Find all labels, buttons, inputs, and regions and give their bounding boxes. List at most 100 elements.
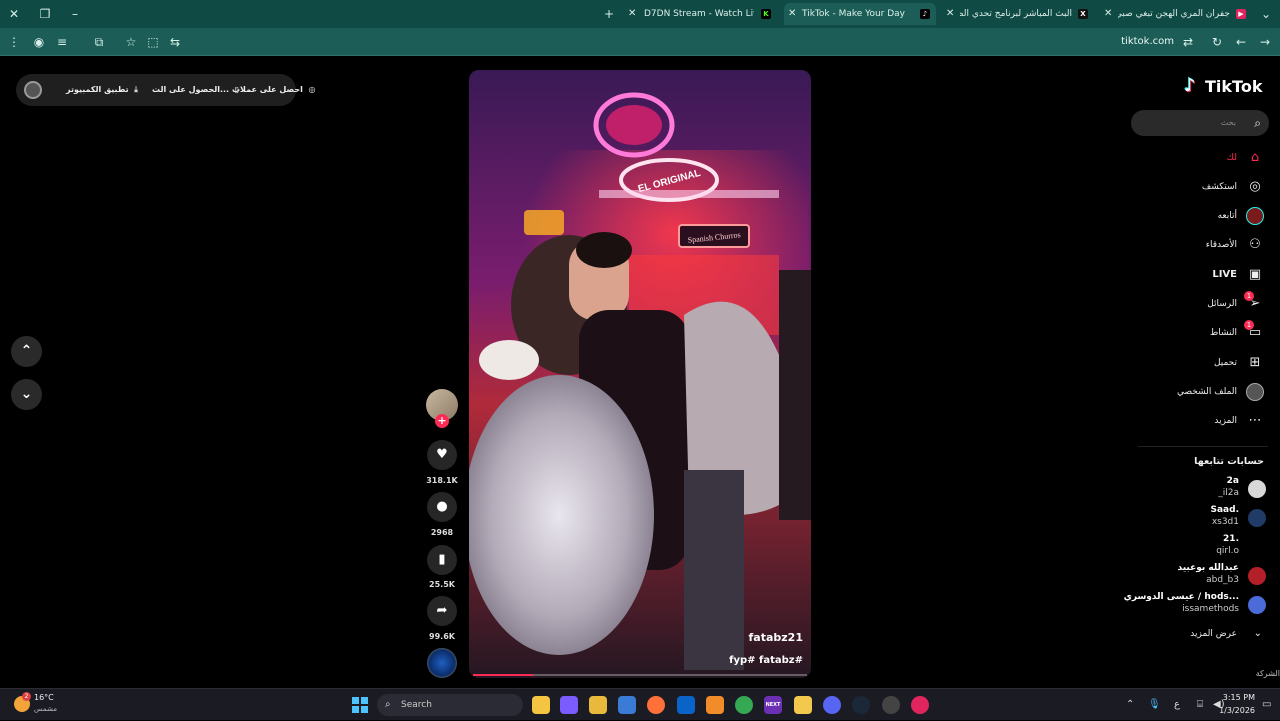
- network-icon[interactable]: ⌸: [1197, 689, 1203, 721]
- notifications-icon[interactable]: ▭: [1262, 689, 1271, 721]
- new-tab-button[interactable]: +: [598, 0, 620, 28]
- copilot-icon[interactable]: [560, 696, 578, 714]
- sidebar-item-upload[interactable]: تحميل ⊞: [1104, 352, 1264, 374]
- taskbar-search[interactable]: ⌕ Search: [377, 694, 523, 716]
- like-count: 318.1K: [426, 476, 458, 485]
- reading-list-icon[interactable]: ≡: [51, 28, 73, 56]
- sidebar-item-following[interactable]: أتابعه: [1104, 205, 1264, 227]
- search-input[interactable]: بحث ⌕: [1131, 110, 1269, 136]
- bookmark-star-icon[interactable]: ☆: [120, 28, 142, 56]
- sidebar-item-messages[interactable]: الرسائل ➢ 1: [1104, 291, 1264, 315]
- folder-icon[interactable]: [589, 696, 607, 714]
- store-icon[interactable]: [618, 696, 636, 714]
- tray-overflow-icon[interactable]: ⌃: [1126, 689, 1134, 721]
- tab-tiktok[interactable]: ✕ TikTok - Make Your Day ♪: [784, 3, 936, 25]
- translate-icon[interactable]: ⇆: [164, 28, 186, 56]
- firefox-icon[interactable]: [647, 696, 665, 714]
- more-icon: ⋯: [1248, 413, 1262, 428]
- sidebar-item-for-you[interactable]: لك ⌂: [1104, 147, 1264, 169]
- company-link[interactable]: الشركة: [1256, 669, 1280, 678]
- microphone-icon[interactable]: 🎙: [1148, 689, 1161, 721]
- sidebar-item-live[interactable]: LIVE ▣: [1104, 264, 1264, 286]
- tab-kick[interactable]: ✕ D7DN Stream - Watch Live on K... K: [626, 3, 776, 25]
- window-minimize-icon[interactable]: –: [64, 0, 86, 28]
- extensions-icon[interactable]: ⧉: [88, 28, 110, 56]
- outlook-icon[interactable]: [677, 696, 695, 714]
- followed-account[interactable]: 21. qirl.o: [1106, 534, 1266, 560]
- steam-icon[interactable]: [852, 696, 870, 714]
- sidebar-item-activity[interactable]: النشاط ▭ 1: [1104, 320, 1264, 344]
- followed-account[interactable]: Saad. xs3d1: [1106, 505, 1266, 531]
- tab-search-icon[interactable]: ⌄: [1255, 0, 1277, 28]
- like-button[interactable]: ♥: [427, 440, 457, 470]
- music-disc-icon[interactable]: [427, 648, 457, 678]
- search-icon: ⌕: [1254, 116, 1261, 130]
- address-bar[interactable]: tiktok.com: [1121, 28, 1174, 56]
- live-icon: ▣: [1248, 267, 1262, 282]
- profile-icon[interactable]: ◉: [28, 28, 50, 56]
- screenshot-icon[interactable]: ⬚: [142, 28, 164, 56]
- tab-close-icon[interactable]: ✕: [1104, 3, 1112, 25]
- back-icon[interactable]: ←: [1230, 28, 1252, 56]
- app-orange-icon[interactable]: [706, 696, 724, 714]
- obs-icon[interactable]: [882, 696, 900, 714]
- tab-close-icon[interactable]: ✕: [788, 3, 796, 25]
- get-app-button[interactable]: الحصول على الت... ▯: [152, 74, 239, 106]
- sidebar-item-explore[interactable]: استكشف ◎: [1104, 176, 1264, 198]
- clock-time[interactable]: 3:15 PM: [1223, 693, 1255, 702]
- start-button[interactable]: [352, 697, 368, 713]
- account-handle: abd_b3: [1206, 575, 1239, 585]
- language-indicator[interactable]: ع: [1174, 689, 1180, 721]
- site-settings-icon[interactable]: ⇄: [1177, 28, 1199, 56]
- tab-title: البث المباشر لبرنامج تحدي الصياد...: [960, 9, 1072, 19]
- get-coins-button[interactable]: احصل على عملات ◎: [232, 74, 315, 106]
- account-name: عيسى الدوسري / hods...: [1123, 592, 1239, 602]
- clock-date[interactable]: 1/3/2026: [1219, 706, 1255, 715]
- window-close-icon[interactable]: ✕: [3, 0, 25, 28]
- bookmark-icon: ▮: [438, 552, 446, 567]
- tab-close-icon[interactable]: ✕: [628, 3, 636, 25]
- game-icon[interactable]: [911, 696, 929, 714]
- video-hashtags[interactable]: fyp# fatabz#: [729, 655, 803, 666]
- sidebar-item-more[interactable]: المزيد ⋯: [1104, 410, 1264, 432]
- followed-account[interactable]: 2a _il2a: [1106, 476, 1266, 502]
- pc-app-button[interactable]: تطبيق الكمبيوتر ⤓: [66, 74, 138, 106]
- account-name: Saad.: [1210, 505, 1240, 515]
- user-avatar[interactable]: [24, 81, 42, 99]
- comment-button[interactable]: ●: [427, 492, 457, 522]
- chrome-icon[interactable]: [735, 696, 753, 714]
- file-explorer-icon[interactable]: [532, 696, 550, 714]
- tab-x[interactable]: ✕ البث المباشر لبرنامج تحدي الصياد... X: [944, 3, 1094, 25]
- next-icon[interactable]: NEXT: [764, 696, 782, 714]
- tab-youtube[interactable]: ✕ جفران المري الهجن تبغي صبي يا... ▶: [1102, 3, 1252, 25]
- discord-icon[interactable]: [823, 696, 841, 714]
- follow-plus-icon[interactable]: +: [435, 414, 449, 428]
- share-icon: ➦: [436, 603, 448, 618]
- get-app-label: الحصول على الت...: [152, 85, 230, 94]
- video-player[interactable]: EL ORIGINAL Spanish Churros fatabz21 fyp…: [469, 70, 811, 678]
- menu-kebab-icon[interactable]: ⋮: [3, 28, 25, 56]
- video-progress-bar[interactable]: [473, 674, 807, 676]
- next-video-button[interactable]: ⌄: [11, 379, 42, 410]
- window-restore-icon[interactable]: ❐: [34, 0, 56, 28]
- forward-icon[interactable]: →: [1254, 28, 1276, 56]
- youtube-favicon-icon: ▶: [1236, 9, 1246, 19]
- followed-account[interactable]: عبدالله بوعبيد abd_b3: [1106, 563, 1266, 589]
- chevron-down-icon: ⌄: [20, 386, 33, 402]
- sidebar-item-label: الأصدقاء: [1205, 240, 1237, 250]
- previous-video-button[interactable]: ⌃: [11, 336, 42, 367]
- sidebar-item-friends[interactable]: الأصدقاء ⚇: [1104, 234, 1264, 256]
- video-username[interactable]: fatabz21: [749, 631, 803, 644]
- tab-close-icon[interactable]: ✕: [946, 3, 954, 25]
- show-more-button[interactable]: عرض المزيد ⌄: [1144, 626, 1264, 642]
- followed-account[interactable]: عيسى الدوسري / hods... issamethods: [1106, 592, 1266, 618]
- sidebar-item-profile[interactable]: الملف الشخصي: [1104, 381, 1264, 403]
- save-button[interactable]: ▮: [427, 545, 457, 575]
- notes-icon[interactable]: [794, 696, 812, 714]
- reload-icon[interactable]: ↻: [1206, 28, 1228, 56]
- avatar: [1248, 538, 1266, 556]
- share-button[interactable]: ➦: [427, 596, 457, 626]
- weather-temperature[interactable]: 16°C: [34, 693, 54, 702]
- windows-taskbar: 2 16°C مشمس ⌕ Search NEXT ⌃ 🎙 ع ⌸ ◀) 3:1…: [0, 688, 1280, 720]
- sidebar-item-label: المزيد: [1214, 416, 1237, 426]
